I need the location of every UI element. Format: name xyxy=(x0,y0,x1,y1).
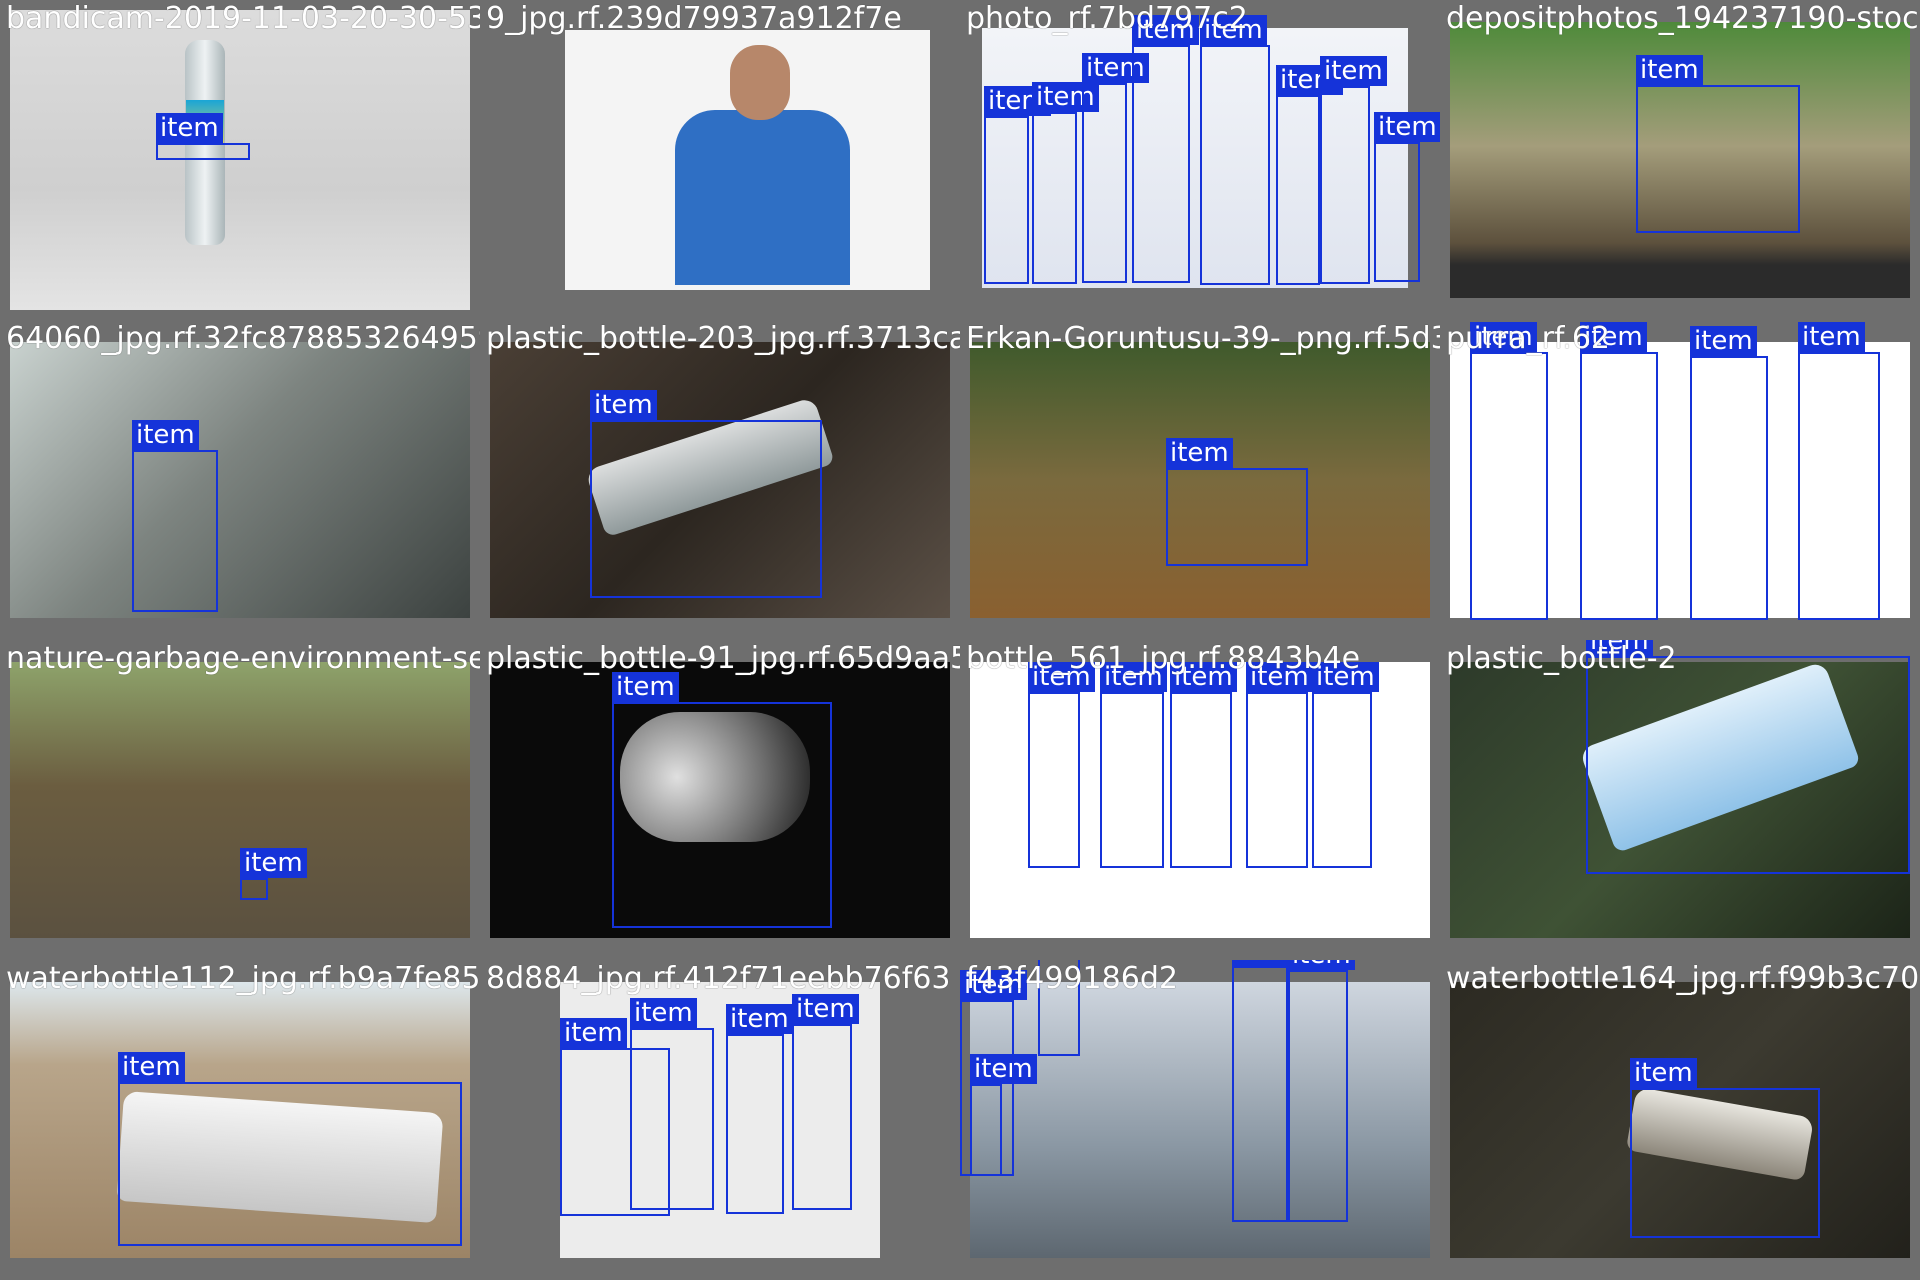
cell-12: item plastic_bottle-2 xyxy=(1440,640,1920,960)
detection-box: item xyxy=(1132,15,1199,283)
detection-box: item xyxy=(1232,960,1299,1222)
photo-studio xyxy=(10,10,470,310)
detection-box: item xyxy=(630,998,714,1210)
photo-event xyxy=(565,30,930,290)
person-head xyxy=(730,45,790,120)
detection-box: item xyxy=(1636,55,1800,233)
photo-factory xyxy=(10,342,470,618)
cell-6: item plastic_bottle-203_jpg.rf.3713ca4 xyxy=(480,320,960,640)
cell-1: item bandicam-2019-11-03-20-30-53-940086… xyxy=(0,0,480,320)
image-title: purra_rf.62 xyxy=(1446,321,1611,356)
image-title: waterbottle112_jpg.rf.b9a7fe8597 xyxy=(6,961,480,996)
detection-box: item xyxy=(1166,438,1308,566)
cell-3: item item item item item item item item … xyxy=(960,0,1440,320)
detection-box: item xyxy=(1170,662,1237,868)
box-label: item xyxy=(118,1052,185,1082)
detection-box: item xyxy=(1630,1058,1820,1238)
box-label: item xyxy=(612,672,679,702)
detection-box: item xyxy=(1028,662,1095,868)
box-label: item xyxy=(1320,56,1387,86)
detection-box: item xyxy=(1798,322,1880,620)
image-title: 8d884_jpg.rf.412f71eebb76f63 xyxy=(486,961,951,996)
cell-9: item nature-garbage-environment-sea xyxy=(0,640,480,960)
cell-15: item item item item item f43f499186d2 xyxy=(960,960,1440,1280)
box-label: item xyxy=(1636,55,1703,85)
detection-box: item xyxy=(1580,322,1658,620)
image-title: bandicam-2019-11-03-20-30-53-940086_jpg.… xyxy=(6,1,480,36)
detection-box: item xyxy=(1276,65,1343,285)
detection-box: item xyxy=(1586,640,1910,874)
detection-box: item xyxy=(1690,326,1768,620)
detection-box: item xyxy=(1288,960,1355,1222)
detection-box: item xyxy=(1082,53,1149,283)
detection-box: item xyxy=(1100,662,1167,868)
box-label: item xyxy=(590,390,657,420)
cell-14: item item item item 8d884_jpg.rf.412f71e… xyxy=(480,960,960,1280)
cell-13: item waterbottle112_jpg.rf.b9a7fe8597 xyxy=(0,960,480,1280)
detection-box: item xyxy=(1320,56,1387,284)
image-title: nature-garbage-environment-sea xyxy=(6,641,480,676)
cell-5: item 64060_jpg.rf.32fc878853264959 xyxy=(0,320,480,640)
cell-2: item item 9_jpg.rf.239d79937a912f7e xyxy=(480,0,960,320)
box-label: item xyxy=(1798,322,1865,352)
box-label: item xyxy=(560,1018,627,1048)
image-title: waterbottle164_jpg.rf.f99b3c701f xyxy=(1446,961,1920,996)
image-title: plastic_bottle-203_jpg.rf.3713ca4 xyxy=(486,321,960,356)
image-title: Erkan-Goruntusu-39-_png.rf.5d32 xyxy=(966,321,1440,356)
cell-16: item waterbottle164_jpg.rf.f99b3c701f xyxy=(1440,960,1920,1280)
detection-box: item xyxy=(792,994,859,1210)
detection-box: item xyxy=(1374,112,1440,282)
detection-box: item xyxy=(1246,662,1313,868)
box-label: item xyxy=(1288,960,1355,970)
image-title: plastic_bottle-2 xyxy=(1446,641,1677,676)
detection-box: item xyxy=(1032,82,1099,284)
image-title: f43f499186d2 xyxy=(966,961,1178,996)
box-label: item xyxy=(132,420,199,450)
detection-box: item xyxy=(156,113,250,160)
box-label: item xyxy=(792,994,859,1024)
detection-box: item xyxy=(118,1052,462,1246)
box-label: item xyxy=(630,998,697,1028)
box-label: item xyxy=(1690,326,1757,356)
person xyxy=(675,110,850,285)
image-title: plastic_bottle-91_jpg.rf.65d9aa5e xyxy=(486,641,960,676)
cell-10: item plastic_bottle-91_jpg.rf.65d9aa5e xyxy=(480,640,960,960)
box-label: item xyxy=(1630,1058,1697,1088)
box-label: item xyxy=(156,113,223,143)
detection-box: item xyxy=(726,1004,793,1214)
cell-8: item item item item purra_rf.62 xyxy=(1440,320,1920,640)
box-label: item xyxy=(1374,112,1440,142)
image-title: 9_jpg.rf.239d79937a912f7e xyxy=(486,1,902,36)
box-label: item xyxy=(726,1004,793,1034)
detection-box: item xyxy=(240,848,307,900)
detection-box: item xyxy=(612,672,832,928)
cell-7: item Erkan-Goruntusu-39-_png.rf.5d32 xyxy=(960,320,1440,640)
detection-box: item xyxy=(984,86,1051,284)
cell-11: item item item item item bottle_561_jpg.… xyxy=(960,640,1440,960)
detection-box: item xyxy=(1312,662,1379,868)
detection-box: item xyxy=(960,970,1027,1176)
image-title: bottle_561_jpg.rf.8843b4e xyxy=(966,641,1361,676)
box-label: item xyxy=(1166,438,1233,468)
detection-box: item xyxy=(1470,322,1548,620)
image-title: photo_rf.7bd797c2 xyxy=(966,1,1248,36)
image-title: depositphotos_194237190-stock xyxy=(1446,1,1920,36)
box-label: item xyxy=(240,848,307,878)
detection-box: item xyxy=(132,420,218,612)
detection-box: item xyxy=(1200,15,1270,285)
image-title: 64060_jpg.rf.32fc878853264959 xyxy=(6,321,480,356)
detection-box: item xyxy=(590,390,822,598)
cell-4: item depositphotos_194237190-stock xyxy=(1440,0,1920,320)
image-grid: item bandicam-2019-11-03-20-30-53-940086… xyxy=(0,0,1920,1280)
